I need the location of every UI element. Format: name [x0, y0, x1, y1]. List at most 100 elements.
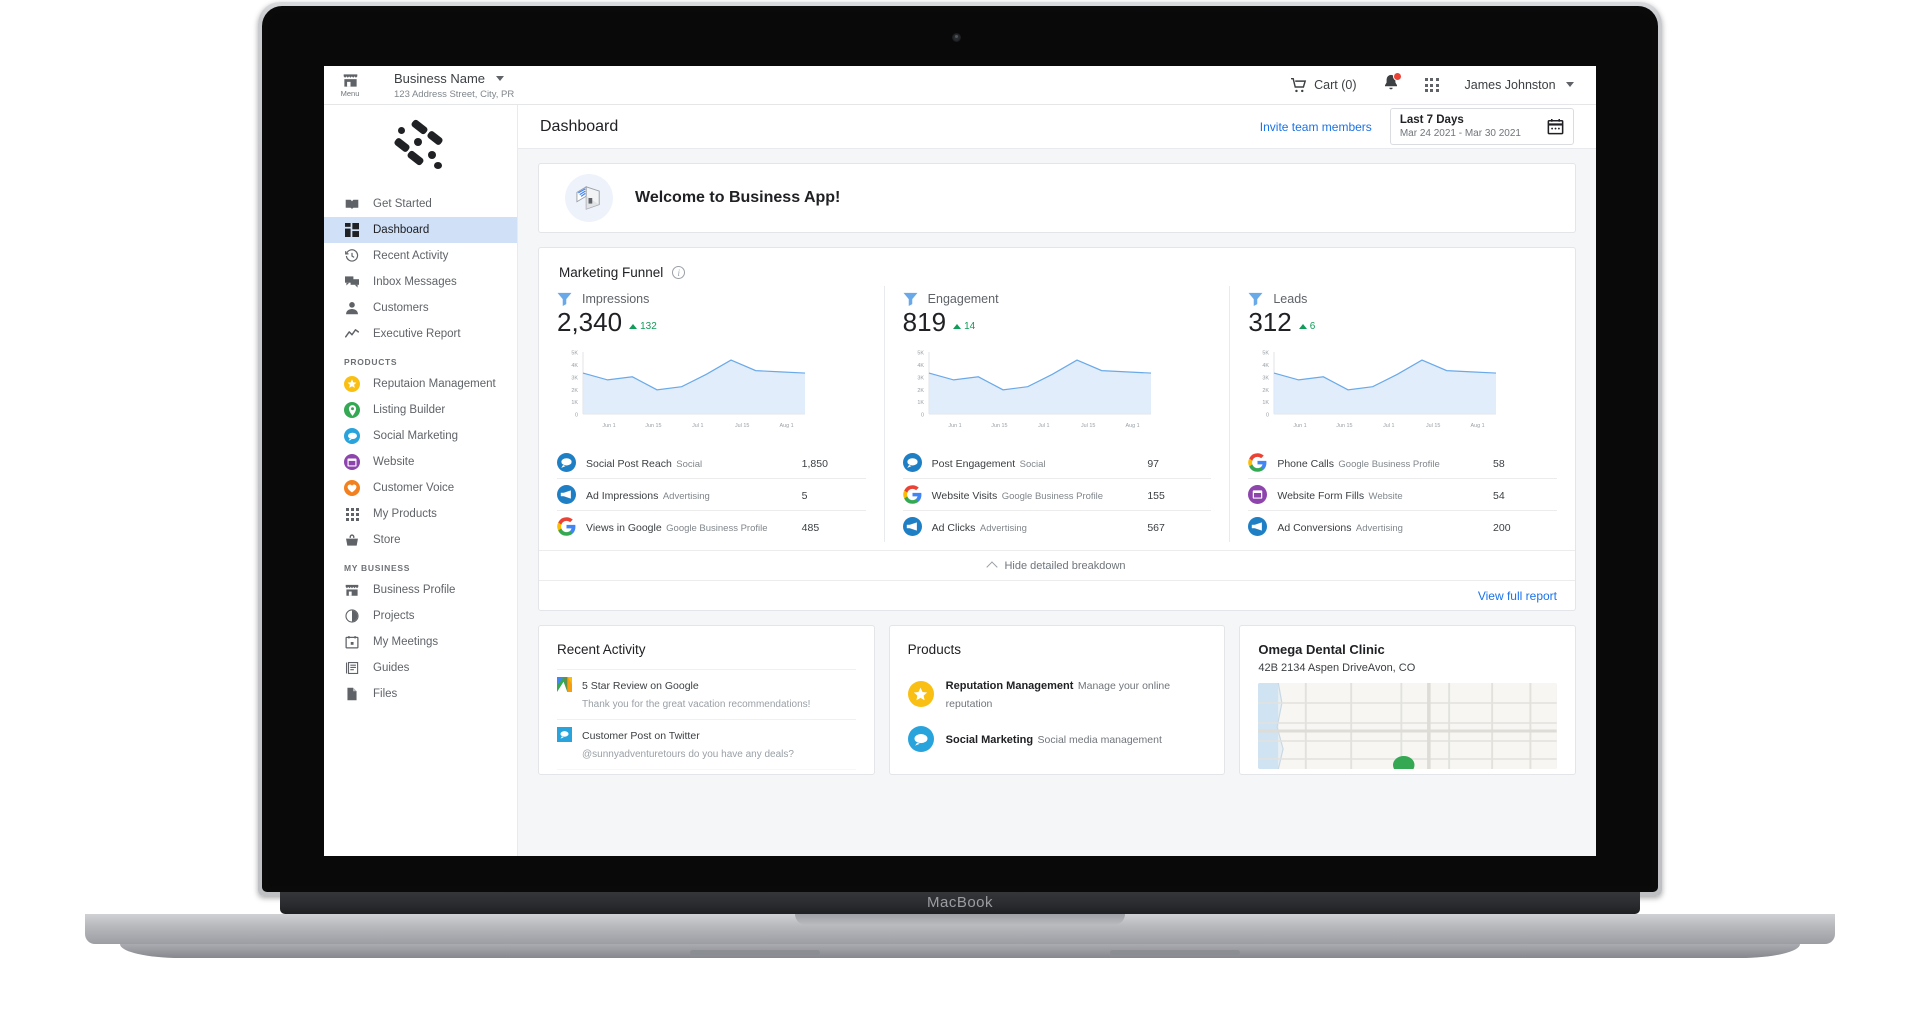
sidebar-item-my-products[interactable]: My Products [324, 501, 517, 527]
breakdown-sublabel: Advertising [979, 522, 1027, 534]
hide-detailed-breakdown-button[interactable]: Hide detailed breakdown [539, 550, 1575, 580]
breakdown-value: 485 [801, 521, 820, 534]
trending-icon [344, 326, 360, 342]
sidebar-item-get-started[interactable]: Get Started [324, 191, 517, 217]
products-card-title: Products [907, 642, 961, 658]
sidebar-label: Website [373, 456, 415, 468]
social-circle-icon [344, 428, 360, 444]
svg-text:Jun 15: Jun 15 [991, 423, 1007, 429]
page-header: Dashboard Invite team members Last 7 Day… [518, 105, 1596, 149]
sidebar-label: Business Profile [373, 584, 456, 596]
activity-item-partial[interactable] [557, 769, 856, 774]
sidebar-item-inbox-messages[interactable]: Inbox Messages [324, 269, 517, 295]
sidebar-item-business-profile[interactable]: Business Profile [324, 577, 517, 603]
breakdown-row[interactable]: Website Form Fills Website 54 [1248, 478, 1558, 510]
sidebar-item-executive-report[interactable]: Executive Report [324, 321, 517, 347]
svg-text:1K: 1K [1263, 400, 1270, 406]
svg-text:Jul 1: Jul 1 [1038, 423, 1049, 429]
cart-button[interactable]: Cart (0) [1290, 77, 1357, 93]
main-content: Dashboard Invite team members Last 7 Day… [518, 105, 1596, 856]
sidebar-item-store[interactable]: Store [324, 527, 517, 553]
info-icon[interactable]: i [672, 266, 686, 279]
menu-button[interactable]: Menu [328, 73, 372, 98]
breakdown-row[interactable]: Ad Impressions Advertising 5 [557, 478, 866, 510]
sidebar-item-files[interactable]: Files [324, 681, 517, 707]
breakdown-row[interactable]: Social Post Reach Social 1,850 [557, 447, 866, 478]
activity-item[interactable]: 5 Star Review on Google Thank you for th… [557, 669, 856, 719]
sidebar-item-website[interactable]: Website [324, 449, 517, 475]
business-switcher[interactable]: Business Name 123 Address Street, City, … [394, 70, 514, 100]
sidebar-label: Customer Voice [373, 482, 455, 494]
breakdown-text: Website Form Fills Website [1277, 486, 1483, 504]
sidebar-item-projects[interactable]: Projects [324, 603, 517, 629]
date-range-picker[interactable]: Last 7 Days Mar 24 2021 - Mar 30 2021 [1389, 108, 1574, 145]
breakdown-text: Views in Google Google Business Profile [586, 518, 792, 536]
trending-up-icon [629, 324, 638, 330]
breakdown-row[interactable]: Ad Conversions Advertising 200 [1248, 510, 1558, 542]
dashboard-scroll-area[interactable]: Welcome to Business App! Marketing Funne… [518, 149, 1596, 856]
business-name: Business Name [394, 71, 486, 87]
sidebar-item-recent-activity[interactable]: Recent Activity [324, 243, 517, 269]
user-chevron-down-icon[interactable] [1566, 82, 1574, 88]
breakdown-row[interactable]: Ad Clicks Advertising 567 [902, 510, 1212, 542]
svg-text:Jun 15: Jun 15 [1337, 423, 1353, 429]
breakdown-text: Phone Calls Google Business Profile [1277, 454, 1483, 472]
file-icon [344, 686, 360, 702]
svg-text:0: 0 [575, 413, 578, 419]
notifications-button[interactable] [1383, 72, 1402, 96]
logo-dots-icon [392, 118, 448, 175]
product-item[interactable]: Social Marketing Social media management [907, 719, 1207, 759]
user-menu[interactable]: James Johnston [1465, 76, 1574, 94]
breakdown-row[interactable]: Phone Calls Google Business Profile 58 [1248, 447, 1557, 478]
svg-text:3K: 3K [571, 376, 578, 382]
metric-delta: 132 [629, 321, 657, 336]
svg-text:Jun 1: Jun 1 [602, 423, 615, 429]
breakdown-row[interactable]: Website Visits Google Business Profile 1… [902, 478, 1212, 510]
google-icon [1248, 453, 1267, 473]
sidebar-label: Social Marketing [373, 430, 459, 442]
apps-grid-icon[interactable] [1424, 78, 1439, 92]
breakdown-row[interactable]: Views in Google Google Business Profile … [557, 510, 866, 542]
product-item[interactable]: Reputation Management Manage your online… [907, 669, 1207, 719]
map-thumbnail[interactable] [1258, 683, 1558, 770]
screenshot-stage: MacBook Menu Business Name 123 Address S… [0, 0, 1920, 1017]
view-full-report-link[interactable]: View full report [1478, 589, 1557, 603]
metric-name: Impressions [582, 292, 650, 306]
sidebar-item-dashboard[interactable]: Dashboard [324, 217, 517, 243]
sidebar-label: Get Started [373, 198, 432, 210]
chevron-down-icon[interactable] [495, 76, 504, 82]
breakdown-row[interactable]: Post Engagement Social 97 [902, 447, 1212, 478]
sidebar-item-reputation-management[interactable]: Reputaion Management [324, 371, 517, 397]
megaphone-circle-icon [1248, 517, 1268, 537]
calendar-icon [344, 634, 360, 650]
breakdown-meter: 567 [1147, 518, 1211, 536]
sidebar-item-guides[interactable]: Guides [324, 655, 517, 681]
sidebar-item-my-meetings[interactable]: My Meetings [324, 629, 517, 655]
guide-icon [344, 660, 360, 676]
dashboard-icon [344, 222, 360, 238]
app-topbar: Menu Business Name 123 Address Street, C… [324, 66, 1596, 105]
breakdown-sublabel: Social [676, 458, 703, 470]
activity-item[interactable]: Customer Post on Twitter @sunnyadventure… [557, 719, 856, 769]
sidebar-item-customers[interactable]: Customers [324, 295, 517, 321]
app-body: Get Started Dashboard Recent Activity In… [324, 105, 1596, 856]
product-text: Reputation Management Manage your online… [946, 676, 1207, 712]
invite-team-members-link[interactable]: Invite team members [1260, 120, 1372, 134]
person-icon [344, 300, 360, 316]
sidebar-item-social-marketing[interactable]: Social Marketing [324, 423, 517, 449]
hide-breakdown-label: Hide detailed breakdown [1004, 559, 1126, 572]
product-title: Social Marketing [945, 734, 1034, 747]
metric-header: Leads [1248, 292, 1557, 306]
sparkline-chart-engagement: 5K 4K 3K 2K 1K 0 Jun 1 Jun 15 Jul 1 Jul 15 Aug 1 [903, 348, 1212, 439]
sidebar: Get Started Dashboard Recent Activity In… [324, 105, 518, 856]
date-range-label: Last 7 Days [1399, 114, 1464, 126]
breakdown-label: Ad Clicks [931, 521, 976, 534]
sidebar-item-listing-builder[interactable]: Listing Builder [324, 397, 517, 423]
marketing-funnel-header: Marketing Funnel i [539, 248, 1575, 286]
svg-text:5K: 5K [571, 351, 578, 357]
calendar-icon[interactable] [1547, 118, 1564, 135]
sidebar-item-customer-voice[interactable]: Customer Voice [324, 475, 517, 501]
svg-text:Jun 1: Jun 1 [948, 423, 961, 429]
breakdown-text: Post Engagement Social [932, 454, 1138, 472]
sidebar-section-my-business: MY BUSINESS [344, 563, 411, 573]
